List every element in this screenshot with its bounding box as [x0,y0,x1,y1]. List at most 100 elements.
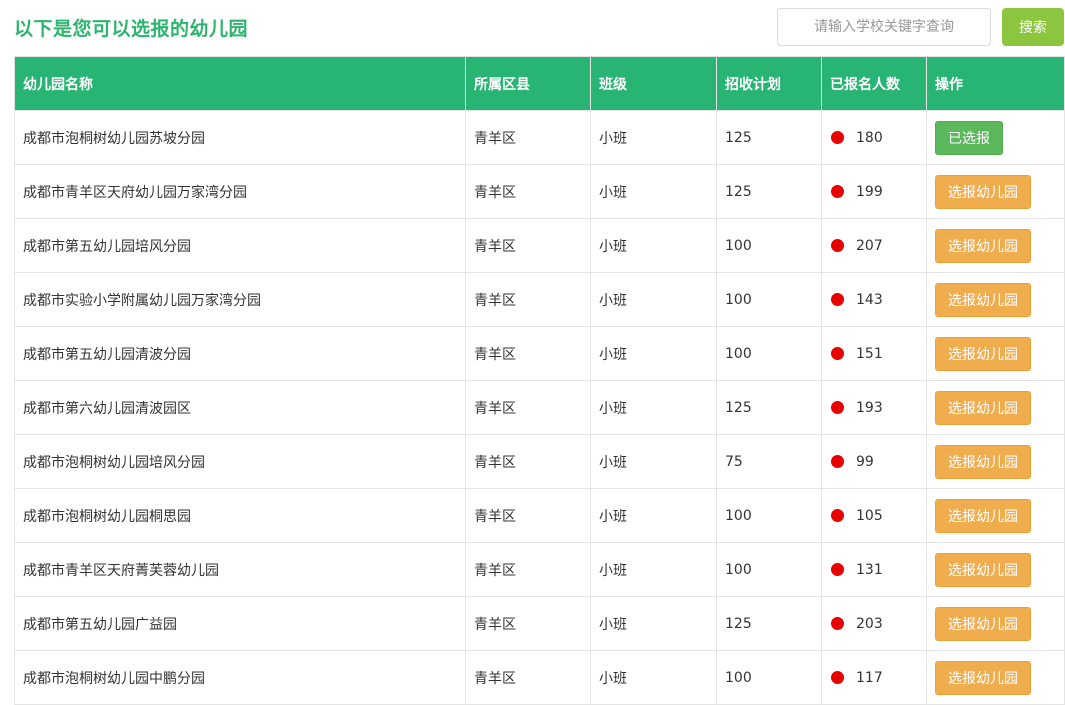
registered-count-cell: 193 [821,380,927,435]
table-row: 成都市青羊区天府菁芙蓉幼儿园 青羊区 小班 100 131 选报幼儿园 [14,542,1065,597]
action-cell: 选报幼儿园 [926,488,1065,543]
action-cell: 选报幼儿园 [926,542,1065,597]
table-row: 成都市实验小学附属幼儿园万家湾分园 青羊区 小班 100 143 选报幼儿园 [14,272,1065,327]
registered-count: 131 [856,561,883,578]
table-row: 成都市泡桐树幼儿园中鹏分园 青羊区 小班 100 117 选报幼儿园 [14,650,1065,705]
registered-count: 199 [856,183,883,200]
registered-count: 203 [856,615,883,632]
enrollment-plan: 100 [716,272,822,327]
enrollment-plan: 100 [716,542,822,597]
registered-count-cell: 143 [821,272,927,327]
table-row: 成都市泡桐树幼儿园培风分园 青羊区 小班 75 99 选报幼儿园 [14,434,1065,489]
enrollment-plan: 125 [716,110,822,165]
registered-count: 99 [856,453,874,470]
class-level: 小班 [590,488,717,543]
select-kindergarten-button[interactable]: 选报幼儿园 [935,228,1031,263]
registered-count-cell: 207 [821,218,927,273]
status-dot-icon [831,401,844,414]
table-row: 成都市泡桐树幼儿园桐思园 青羊区 小班 100 105 选报幼儿园 [14,488,1065,543]
enrollment-plan: 100 [716,488,822,543]
kindergarten-name: 成都市泡桐树幼儿园桐思园 [14,488,466,543]
table-row: 成都市第六幼儿园清波园区 青羊区 小班 125 193 选报幼儿园 [14,380,1065,435]
header-class: 班级 [590,56,717,111]
status-dot-icon [831,509,844,522]
select-kindergarten-button[interactable]: 选报幼儿园 [935,498,1031,533]
search-button[interactable]: 搜索 [1002,8,1064,46]
enrollment-plan: 125 [716,164,822,219]
class-level: 小班 [590,326,717,381]
class-level: 小班 [590,596,717,651]
status-dot-icon [831,185,844,198]
enrollment-plan: 100 [716,650,822,705]
registered-count: 151 [856,345,883,362]
kindergarten-name: 成都市第五幼儿园培风分园 [14,218,466,273]
search-input[interactable] [777,8,991,46]
table-header-row: 幼儿园名称 所属区县 班级 招收计划 已报名人数 操作 [14,56,1065,111]
registered-count: 207 [856,237,883,254]
registered-count: 193 [856,399,883,416]
status-dot-icon [831,347,844,360]
registered-count-cell: 131 [821,542,927,597]
select-kindergarten-button[interactable]: 选报幼儿园 [935,606,1031,641]
status-dot-icon [831,239,844,252]
registered-count-cell: 117 [821,650,927,705]
kindergarten-name: 成都市第六幼儿园清波园区 [14,380,466,435]
enrollment-plan: 125 [716,380,822,435]
select-kindergarten-button[interactable]: 选报幼儿园 [935,660,1031,695]
registered-count: 180 [856,129,883,146]
kindergarten-name: 成都市第五幼儿园清波分园 [14,326,466,381]
header-registered-count: 已报名人数 [821,56,927,111]
action-cell: 已选报 [926,110,1065,165]
header-district: 所属区县 [465,56,591,111]
select-kindergarten-button[interactable]: 选报幼儿园 [935,174,1031,209]
select-kindergarten-button[interactable]: 选报幼儿园 [935,444,1031,479]
kindergarten-name: 成都市实验小学附属幼儿园万家湾分园 [14,272,466,327]
district: 青羊区 [465,488,591,543]
registered-count-cell: 180 [821,110,927,165]
selected-button[interactable]: 已选报 [935,120,1003,155]
kindergarten-name: 成都市泡桐树幼儿园苏坡分园 [14,110,466,165]
table-row: 成都市第五幼儿园清波分园 青羊区 小班 100 151 选报幼儿园 [14,326,1065,381]
class-level: 小班 [590,164,717,219]
district: 青羊区 [465,650,591,705]
status-dot-icon [831,563,844,576]
select-kindergarten-button[interactable]: 选报幼儿园 [935,552,1031,587]
select-kindergarten-button[interactable]: 选报幼儿园 [935,390,1031,425]
registered-count-cell: 199 [821,164,927,219]
district: 青羊区 [465,164,591,219]
district: 青羊区 [465,434,591,489]
class-level: 小班 [590,218,717,273]
district: 青羊区 [465,380,591,435]
registered-count: 143 [856,291,883,308]
registered-count-cell: 203 [821,596,927,651]
registered-count-cell: 105 [821,488,927,543]
district: 青羊区 [465,542,591,597]
kindergarten-name: 成都市第五幼儿园广益园 [14,596,466,651]
table-row: 成都市青羊区天府幼儿园万家湾分园 青羊区 小班 125 199 选报幼儿园 [14,164,1065,219]
action-cell: 选报幼儿园 [926,218,1065,273]
action-cell: 选报幼儿园 [926,164,1065,219]
header-enrollment-plan: 招收计划 [716,56,822,111]
district: 青羊区 [465,272,591,327]
action-cell: 选报幼儿园 [926,326,1065,381]
district: 青羊区 [465,326,591,381]
table-row: 成都市第五幼儿园培风分园 青羊区 小班 100 207 选报幼儿园 [14,218,1065,273]
class-level: 小班 [590,380,717,435]
kindergarten-name: 成都市青羊区天府菁芙蓉幼儿园 [14,542,466,597]
enrollment-plan: 100 [716,218,822,273]
page-title: 以下是您可以选报的幼儿园 [14,18,249,40]
enrollment-plan: 100 [716,326,822,381]
action-cell: 选报幼儿园 [926,434,1065,489]
status-dot-icon [831,131,844,144]
class-level: 小班 [590,272,717,327]
status-dot-icon [831,671,844,684]
table-row: 成都市第五幼儿园广益园 青羊区 小班 125 203 选报幼儿园 [14,596,1065,651]
kindergarten-table: 幼儿园名称 所属区县 班级 招收计划 已报名人数 操作 成都市泡桐树幼儿园苏坡分… [14,56,1065,705]
select-kindergarten-button[interactable]: 选报幼儿园 [935,282,1031,317]
header-kindergarten-name: 幼儿园名称 [14,56,466,111]
select-kindergarten-button[interactable]: 选报幼儿园 [935,336,1031,371]
status-dot-icon [831,455,844,468]
action-cell: 选报幼儿园 [926,650,1065,705]
kindergarten-name: 成都市泡桐树幼儿园培风分园 [14,434,466,489]
table-row: 成都市泡桐树幼儿园苏坡分园 青羊区 小班 125 180 已选报 [14,110,1065,165]
